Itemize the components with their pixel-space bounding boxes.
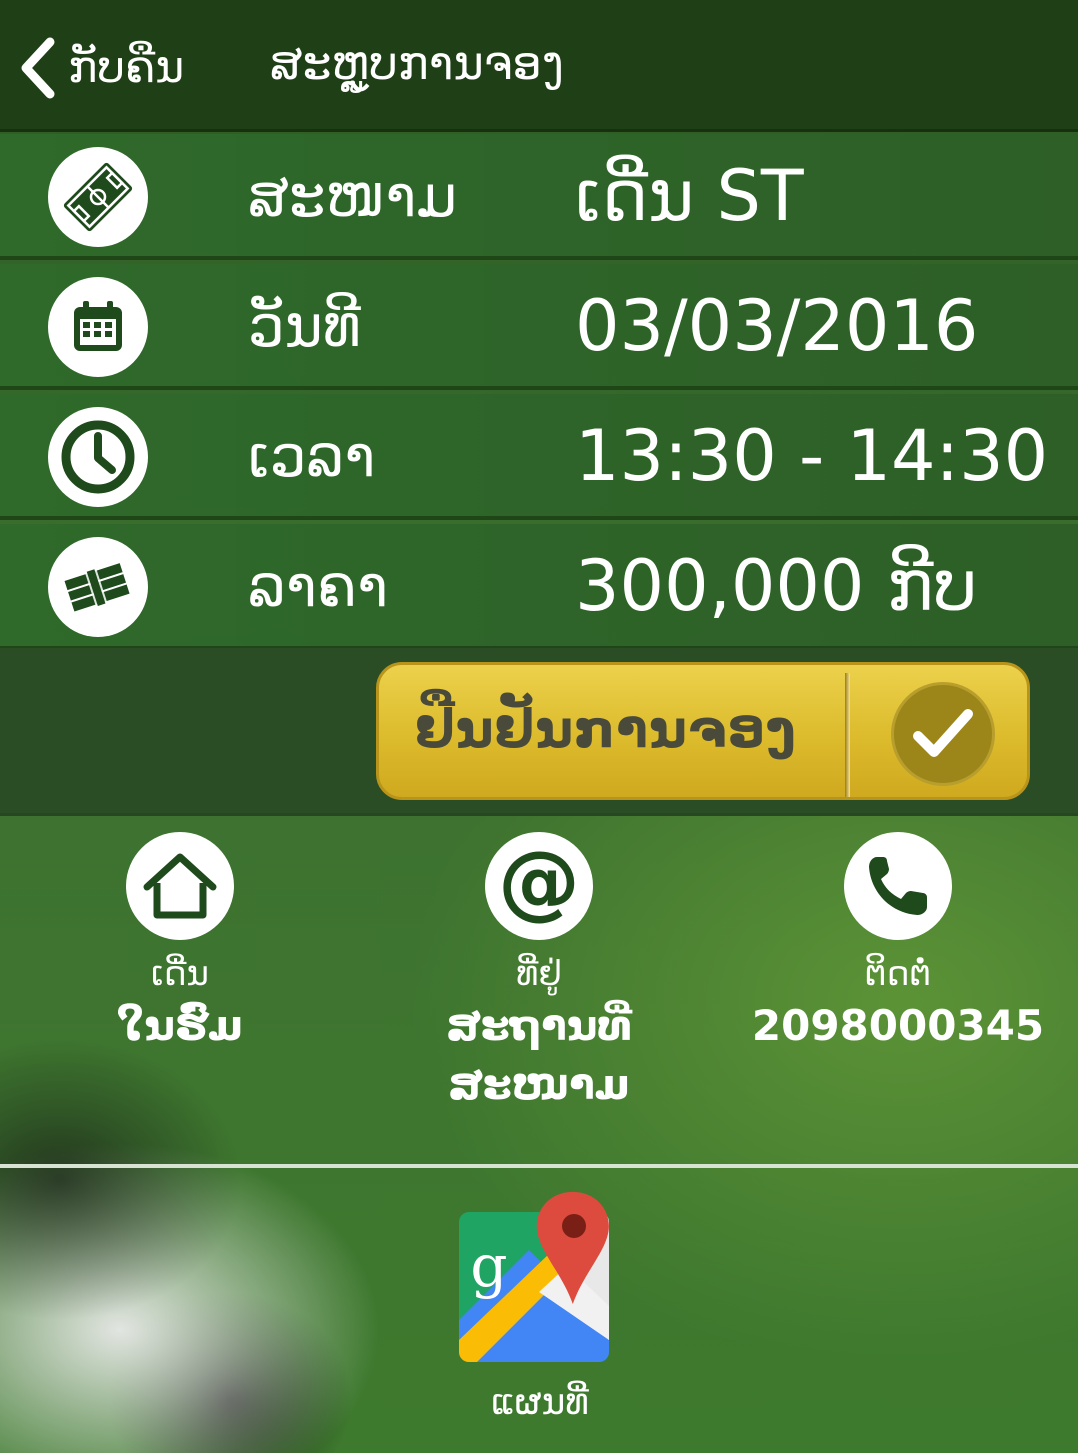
svg-text:@: @ (498, 843, 580, 929)
address-value: ສະຖານທີ່ສະໜາມ (446, 1000, 632, 1109)
football-field-icon (48, 147, 148, 247)
field-type-caption: ເດີ່ນ (151, 954, 209, 994)
field-type-value: ໃນຮົ່ມ (116, 1000, 244, 1050)
field-label: ສະໜາມ (248, 162, 458, 230)
checkmark-icon (891, 682, 995, 786)
map-label: ແຜນທີ່ (491, 1382, 589, 1423)
field-value: ເດີ່ນ ST (575, 155, 804, 237)
at-sign-icon[interactable]: @ (485, 832, 593, 940)
confirm-booking-button[interactable]: ຢືນຢັນການຈອງ (376, 662, 1030, 800)
confirm-booking-label: ຢືນຢັນການຈອງ (415, 700, 797, 760)
info-address: @ ທີ່ຢູ່ ສະຖານທີ່ສະໜາມ (359, 832, 719, 1114)
time-value: 13:30 - 14:30 (575, 415, 1049, 497)
phone-icon[interactable] (844, 832, 952, 940)
detail-row-time: ເວລາ 13:30 - 14:30 (0, 394, 1078, 520)
info-field-type: ເດີ່ນ ໃນຮົ່ມ (0, 832, 360, 1056)
detail-row-field: ສະໜາມ ເດີ່ນ ST (0, 134, 1078, 260)
time-label: ເວລາ (248, 422, 376, 490)
date-value: 03/03/2016 (575, 285, 979, 367)
confirm-divider (845, 673, 850, 797)
contact-value[interactable]: 2098000345 (718, 997, 1078, 1056)
clock-icon (48, 407, 148, 507)
svg-text:g: g (470, 1232, 507, 1300)
section-separator (0, 1164, 1078, 1168)
contact-caption: ຕິດຕໍ່ (864, 954, 932, 994)
detail-row-date: ວັນທີ 03/03/2016 (0, 264, 1078, 390)
money-icon (48, 537, 148, 637)
top-bar: ກັບຄືນ ສະຫຼູບການຈອງ (0, 0, 1078, 132)
info-contact: ຕິດຕໍ່ 2098000345 (718, 832, 1078, 1056)
detail-row-price: ລາຄາ 300,000 ກີບ (0, 524, 1078, 650)
address-caption: ທີ່ຢູ່ (516, 954, 562, 994)
calendar-icon (48, 277, 148, 377)
price-value: 300,000 ກີບ (575, 545, 978, 627)
page-title: ສະຫຼູບການຈອງ (270, 36, 564, 90)
price-label: ລາຄາ (248, 552, 389, 620)
google-maps-icon[interactable]: g (459, 1190, 619, 1362)
back-button[interactable]: ກັບຄືນ (18, 28, 184, 108)
back-label: ກັບຄືນ (68, 42, 185, 93)
date-label: ວັນທີ (248, 292, 361, 360)
chevron-left-icon (21, 37, 55, 99)
home-icon[interactable] (126, 832, 234, 940)
